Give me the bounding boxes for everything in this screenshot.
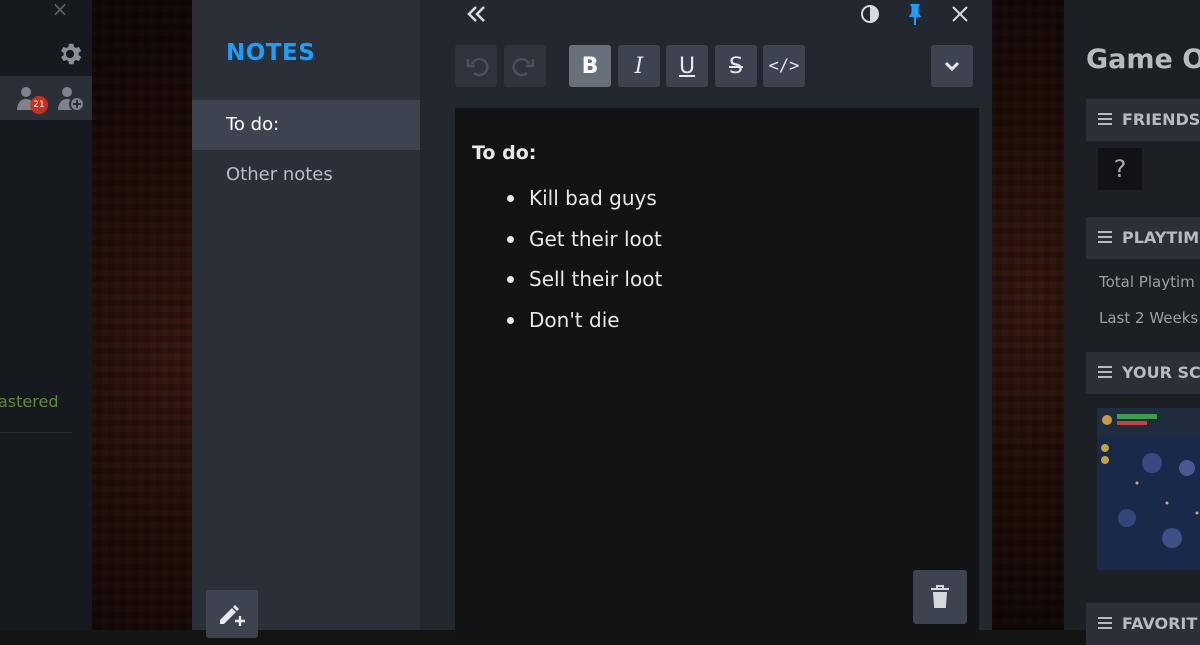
section-screenshots[interactable]: YOUR SC [1086,352,1200,394]
underline-button[interactable]: U [666,45,708,87]
redo-button[interactable] [504,45,546,87]
edit-plus-icon [220,605,245,626]
achievement-status-text: astered [0,392,59,411]
list-item: Get their loot [506,225,662,266]
menu-icon [1098,231,1112,243]
game-overview-panel: Game O FRIENDS ? PLAYTIM Total Playtim L… [1064,0,1200,645]
underline-icon: U [678,53,696,79]
trash-icon [931,585,949,608]
strikethrough-icon: S [729,53,743,79]
contrast-toggle-button[interactable] [860,4,880,24]
menu-icon [1098,113,1112,125]
redo-icon [512,57,535,77]
close-icon[interactable]: × [48,0,72,22]
friends-toolbar: 21 [0,76,92,120]
close-icon [952,6,968,22]
undo-icon [466,57,489,77]
add-friend-icon[interactable] [56,84,86,114]
list-item: Don't die [506,306,662,347]
list-item: Kill bad guys [506,184,662,225]
screenshot-thumbnail[interactable] [1097,408,1200,570]
section-label: YOUR SC [1122,363,1200,382]
italic-icon: I [634,53,644,79]
section-label: FRIENDS [1122,110,1200,129]
delete-note-button[interactable] [913,570,967,624]
bold-button[interactable]: B [569,45,611,87]
notes-title: NOTES [226,40,316,66]
menu-icon [1098,617,1112,629]
pin-button[interactable] [904,2,926,26]
collapse-sidebar-button[interactable] [464,2,488,26]
section-label: FAVORIT [1122,614,1198,633]
bold-icon: B [581,53,599,79]
more-options-button[interactable] [931,45,973,87]
notes-sidebar: NOTES To do: Other notes [192,0,420,638]
recent-playtime-label: Last 2 Weeks [1099,309,1199,327]
section-friends[interactable]: FRIENDS [1086,99,1200,141]
panel-title: Game O [1086,44,1200,75]
section-label: PLAYTIM [1122,228,1200,247]
new-note-button[interactable] [206,590,258,638]
friend-request-badge: 21 [30,96,48,114]
list-item: Sell their loot [506,265,662,306]
note-content-area[interactable]: To do: Kill bad guys Get their loot Sell… [455,108,979,638]
total-playtime-label: Total Playtim [1099,273,1195,291]
gear-icon[interactable] [56,40,84,68]
note-editor: B I U S </> To do: Kill bad guys Get the… [420,0,992,638]
note-bullet-list: Kill bad guys Get their loot Sell their … [506,184,662,347]
unknown-friend-avatar[interactable]: ? [1098,148,1142,190]
code-icon: </> [768,56,800,76]
chevron-down-icon [944,61,960,72]
friends-strip: × 21 astered [0,0,92,630]
double-chevron-left-icon [467,6,485,22]
italic-button[interactable]: I [618,45,660,87]
section-playtime[interactable]: PLAYTIM [1086,217,1200,259]
undo-button[interactable] [455,45,497,87]
note-item-todo[interactable]: To do: [192,100,420,150]
divider [0,432,72,433]
pin-icon [908,4,922,25]
strikethrough-button[interactable]: S [715,45,757,87]
menu-icon [1098,366,1112,378]
close-button[interactable] [948,2,972,26]
section-favorites[interactable]: FAVORIT [1086,603,1200,645]
note-heading: To do: [472,142,537,164]
contrast-icon [861,5,879,23]
code-button[interactable]: </> [763,45,805,87]
note-item-other-notes[interactable]: Other notes [192,150,420,200]
